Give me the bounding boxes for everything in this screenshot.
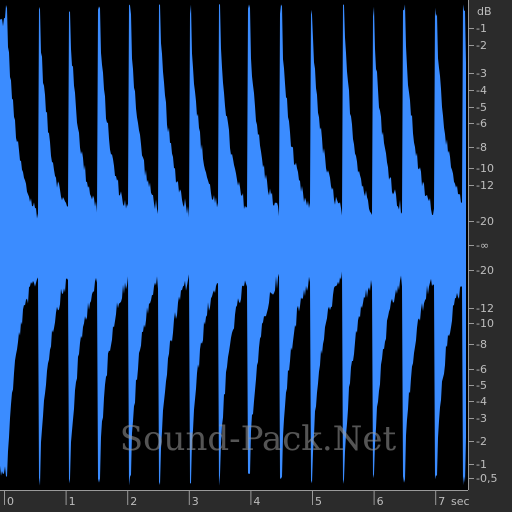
db-tick-label: -12 bbox=[476, 179, 494, 192]
db-tick-label: -20 bbox=[476, 264, 494, 277]
db-tick-label: -12 bbox=[476, 302, 494, 315]
db-tick-label: -2 bbox=[476, 435, 487, 448]
db-tick-label: -4 bbox=[476, 395, 487, 408]
db-tick-label: -6 bbox=[476, 117, 487, 130]
db-ruler-panel bbox=[468, 0, 512, 512]
db-tick-label: -20 bbox=[476, 215, 494, 228]
time-tick-label: 7 bbox=[438, 495, 445, 508]
db-tick-label: -8 bbox=[476, 141, 487, 154]
waveform-center-band bbox=[0, 231, 466, 259]
waveform-view: dB-1-2-3-4-5-6-8-10-12-20-∞-20-12-10-8-6… bbox=[0, 0, 512, 512]
db-tick-label: -3 bbox=[476, 67, 487, 80]
db-tick-label: -6 bbox=[476, 363, 487, 376]
time-tick-label: 4 bbox=[253, 495, 260, 508]
db-tick-label: -10 bbox=[476, 317, 494, 330]
db-tick-label: -10 bbox=[476, 162, 494, 175]
db-center-label: -∞ bbox=[476, 239, 489, 252]
db-tick-label: -1 bbox=[476, 22, 487, 35]
time-tick-label: 3 bbox=[192, 495, 199, 508]
time-tick-label: 5 bbox=[315, 495, 322, 508]
db-tick-label: -5 bbox=[476, 379, 487, 392]
db-tick-label: -5 bbox=[476, 101, 487, 114]
time-tick-label: 1 bbox=[69, 495, 76, 508]
db-tick-label: -3 bbox=[476, 412, 487, 425]
time-tick-label: 2 bbox=[130, 495, 137, 508]
watermark-text: Sound-Pack.Net bbox=[120, 419, 397, 459]
db-tick-label: -8 bbox=[476, 338, 487, 351]
db-tick-label: -4 bbox=[476, 84, 487, 97]
time-tick-label: 0 bbox=[7, 495, 14, 508]
time-tick-label: 6 bbox=[377, 495, 384, 508]
db-tick-label: -2 bbox=[476, 39, 487, 52]
db-tick-label: -0,5 bbox=[476, 472, 497, 485]
db-tick-label: -1 bbox=[476, 458, 487, 471]
db-unit-label: dB bbox=[477, 5, 492, 18]
time-unit-label: sec bbox=[451, 495, 470, 508]
